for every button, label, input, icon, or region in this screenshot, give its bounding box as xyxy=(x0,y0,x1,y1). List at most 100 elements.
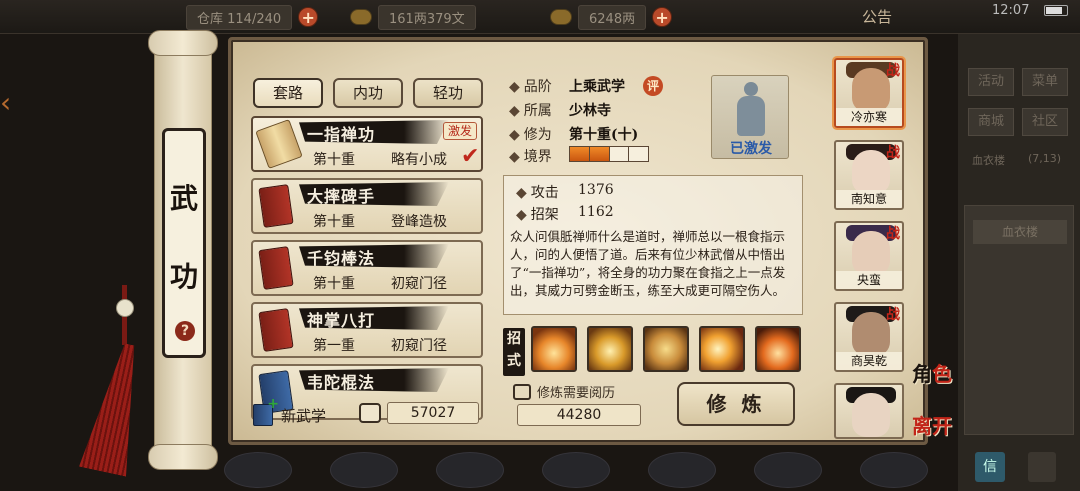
scroll-icon xyxy=(359,403,381,423)
bottom-tab[interactable] xyxy=(436,452,504,488)
bottom-tab[interactable] xyxy=(542,452,610,488)
add-silver-button[interactable]: + xyxy=(652,7,673,27)
location-input[interactable]: 血衣楼 xyxy=(973,220,1067,244)
flame-palm-icon[interactable] xyxy=(531,326,577,372)
skill-list[interactable]: 一指禅功 激发 第十重 略有小成 ✔ 大摔碑手 第十重 登峰造极 千钧棒法 第十… xyxy=(251,116,487,428)
parry-label: 招架 xyxy=(530,207,559,223)
leave-char-1: 离 xyxy=(912,414,932,438)
character-name: 南知意 xyxy=(836,190,902,208)
title-char-1: 武 xyxy=(169,182,198,215)
check-icon: ✔ xyxy=(461,144,480,169)
skill-item[interactable]: 大摔碑手 第十重 登峰造极 xyxy=(251,178,483,234)
character-portrait xyxy=(852,68,890,112)
red-book-icon xyxy=(258,308,294,352)
activity-button[interactable]: 活动 xyxy=(968,68,1014,96)
school-row: ◆ 所属 少林寺 xyxy=(509,100,611,120)
mail-button[interactable]: 信 xyxy=(975,452,1005,482)
skill-level: 第十重 xyxy=(313,152,355,168)
stats-description-box: ◆ 攻击 1376 ◆ 招架 1162 众人问俱胝禅师什么是道时，禅师总以一根食指示… xyxy=(503,175,803,315)
battle-tag: 战 xyxy=(886,63,900,79)
monk-figure-icon xyxy=(734,82,768,138)
ingot-icon xyxy=(550,9,572,25)
rate-badge[interactable]: 评 xyxy=(643,76,663,96)
cultivate-button[interactable]: 修 炼 xyxy=(677,382,795,426)
skill-name: 千钧棒法 xyxy=(307,249,376,268)
sect-name: 血衣楼 xyxy=(972,154,1005,167)
new-skill-button[interactable]: 新武学 xyxy=(253,396,327,428)
leave-char-2: 开 xyxy=(932,414,952,438)
skill-description: 众人问俱胝禅师什么是道时，禅师总以一根食指示人，问的人便悟了道。后来有位少林武僧… xyxy=(510,229,786,298)
tab-inner-skill[interactable]: 内功 xyxy=(333,78,403,108)
tassel-decoration xyxy=(116,285,134,475)
grade-row: ◆ 品阶 上乘武学 xyxy=(509,76,625,96)
golden-bell-icon[interactable] xyxy=(587,326,633,372)
chevron-left-icon[interactable]: ‹ xyxy=(0,86,16,126)
role-char-1: 角 xyxy=(912,362,932,386)
silver-counter: 6248两 + xyxy=(550,4,673,30)
silver-text: 6248两 xyxy=(578,4,647,30)
requirement-text: 修炼需要阅历 xyxy=(537,386,616,401)
title-plaque: 武 功 ? xyxy=(162,128,206,358)
character-card[interactable]: 战 央蛮 xyxy=(834,221,904,291)
new-skill-label: 新武学 xyxy=(281,406,327,425)
grade-label: 品阶 xyxy=(523,79,552,95)
character-card[interactable]: 战 南知意 xyxy=(834,140,904,210)
tab-lightness-skill[interactable]: 轻功 xyxy=(413,78,483,108)
school-value: 少林寺 xyxy=(569,103,611,119)
copper-counter: 161两379文 xyxy=(350,4,476,30)
character-portrait xyxy=(852,312,890,356)
skill-name: 神掌八打 xyxy=(307,311,376,330)
scroll-roll-bottom xyxy=(148,444,218,470)
character-portrait xyxy=(852,150,890,194)
book-icon xyxy=(513,383,531,400)
community-button[interactable]: 社区 xyxy=(1022,108,1068,136)
red-book-icon xyxy=(258,184,294,228)
character-card[interactable] xyxy=(834,383,904,439)
open-book-icon xyxy=(255,119,303,169)
extra-button[interactable] xyxy=(1028,452,1056,482)
activated-status: 已激发 xyxy=(730,141,772,157)
skill-progress: 初窥门径 xyxy=(391,276,447,292)
bottom-tab[interactable] xyxy=(224,452,292,488)
tab-routines[interactable]: 套路 xyxy=(253,78,323,108)
help-icon[interactable]: ? xyxy=(175,321,195,341)
bottom-tab[interactable] xyxy=(330,452,398,488)
skill-name: 大摔碑手 xyxy=(307,187,376,206)
fire-burst-icon[interactable] xyxy=(755,326,801,372)
attack-value: 1376 xyxy=(578,182,614,198)
skill-progress: 略有小成 xyxy=(391,152,447,168)
fire-finger-icon[interactable] xyxy=(699,326,745,372)
notice-button[interactable]: 公告 xyxy=(862,6,892,27)
bottom-tab[interactable] xyxy=(754,452,822,488)
role-button[interactable]: 角色 xyxy=(912,358,952,387)
menu-button[interactable]: 菜单 xyxy=(1022,68,1068,96)
bottom-tab[interactable] xyxy=(860,452,928,488)
battle-tag: 战 xyxy=(886,307,900,323)
cultivation-requirement: 修炼需要阅历 xyxy=(513,382,615,401)
character-portrait xyxy=(852,231,890,275)
realm-row: ◆ 境界 xyxy=(509,149,552,165)
skill-item[interactable]: 千钧棒法 第十重 初窥门径 xyxy=(251,240,483,296)
skill-name: 一指禅功 xyxy=(307,125,376,144)
bottom-nav-background xyxy=(210,452,950,491)
scroll-roll-top xyxy=(148,30,218,56)
clock: 12:07 xyxy=(992,3,1030,18)
shop-button[interactable]: 商城 xyxy=(968,108,1014,136)
skill-item[interactable]: 一指禅功 激发 第十重 略有小成 ✔ xyxy=(251,116,483,172)
leave-button[interactable]: 离开 xyxy=(912,410,952,439)
red-book-icon xyxy=(258,246,294,290)
skill-item[interactable]: 神掌八打 第一重 初窥门径 xyxy=(251,302,483,358)
character-card[interactable]: 战 商昊乾 xyxy=(834,302,904,372)
skill-level: 第一重 xyxy=(313,338,355,354)
realm-label: 境界 xyxy=(523,149,552,165)
add-storage-button[interactable]: + xyxy=(298,7,319,27)
meditating-monk-icon[interactable] xyxy=(643,326,689,372)
character-name: 央蛮 xyxy=(836,271,902,289)
moves-label: 招式 xyxy=(503,328,525,376)
bottom-tab[interactable] xyxy=(648,452,716,488)
skill-portrait: 已激发 xyxy=(711,75,789,159)
skill-progress: 初窥门径 xyxy=(391,338,447,354)
experience-amount: 44280 xyxy=(517,404,641,426)
character-card[interactable]: 战 冷亦寒 xyxy=(834,58,904,128)
top-resource-bar: 仓库 114/240 + 161两379文 6248两 + 公告 12:07 xyxy=(0,0,1080,34)
